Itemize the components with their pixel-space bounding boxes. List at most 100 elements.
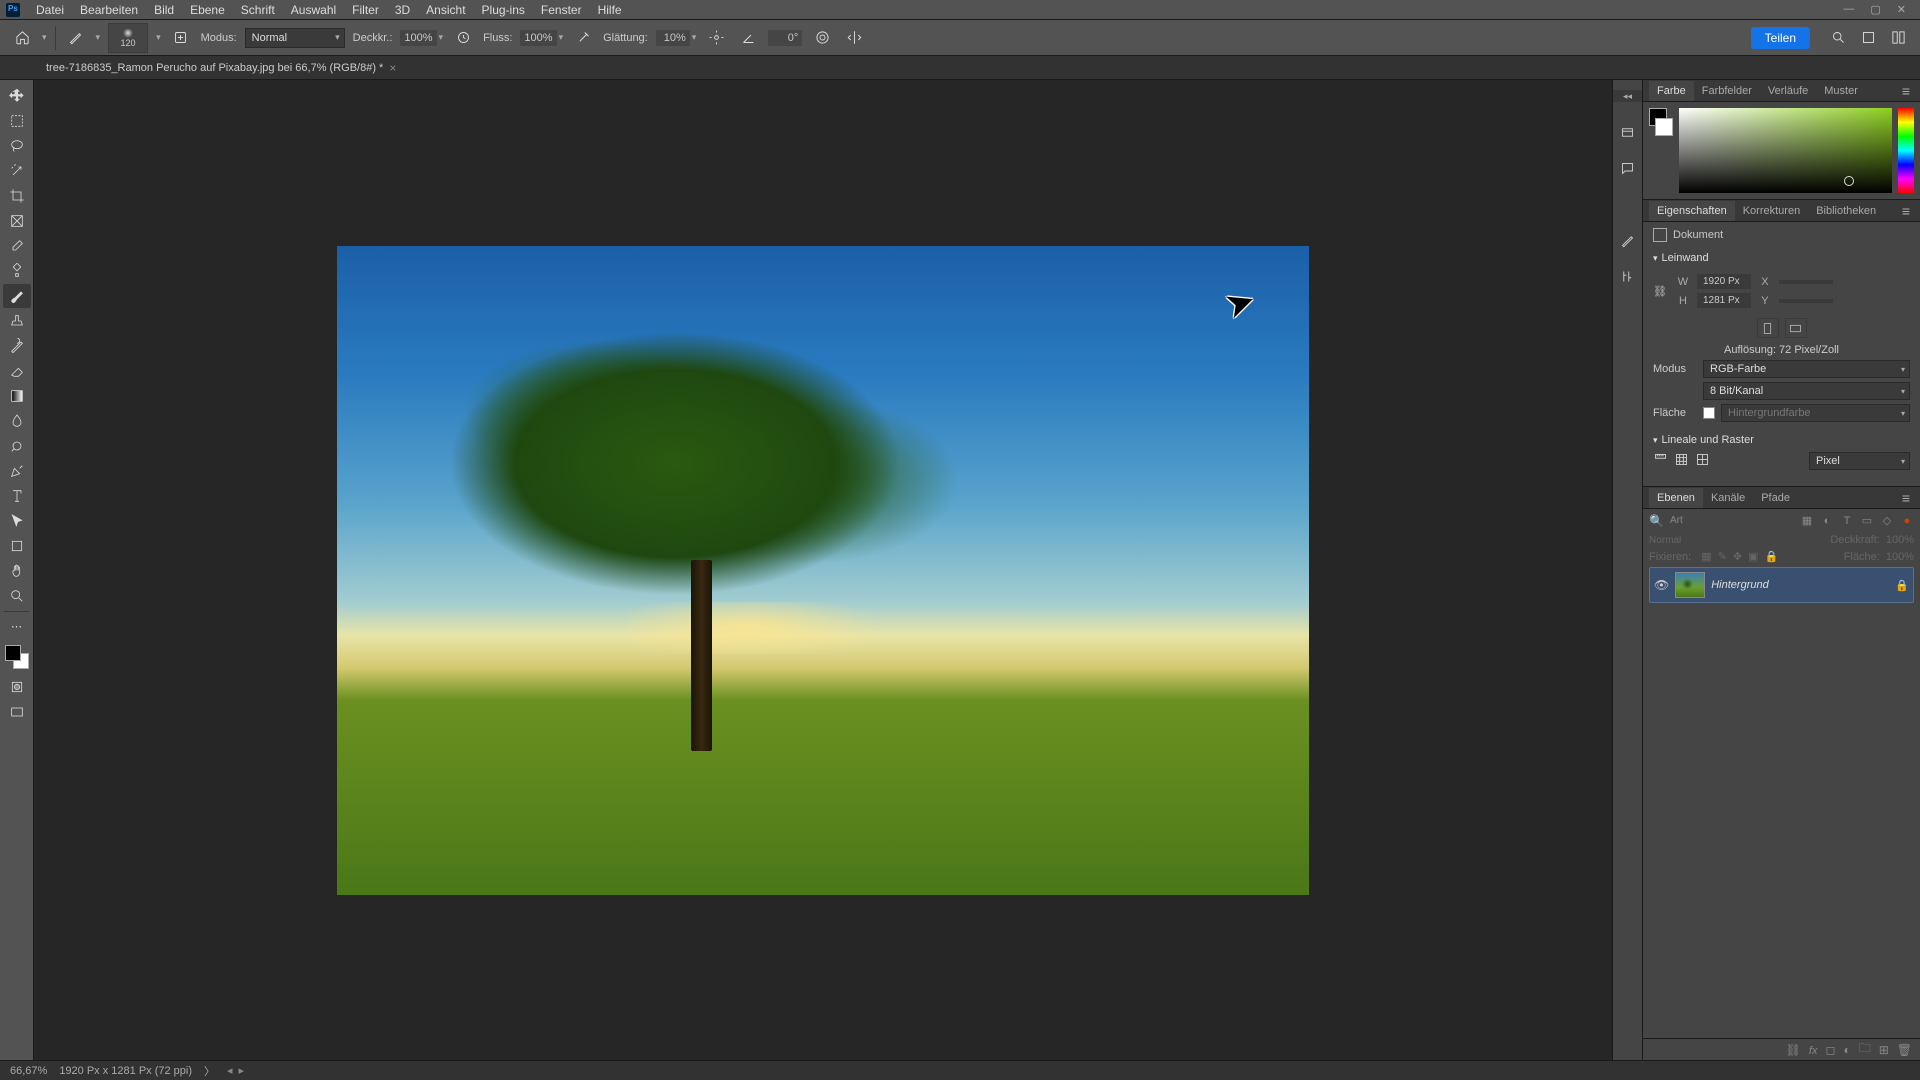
panel-menu-icon[interactable]: ≡ xyxy=(1898,490,1914,506)
layer-name[interactable]: Hintergrund xyxy=(1711,579,1889,591)
comments-panel-icon[interactable] xyxy=(1618,158,1638,178)
layer-opacity-value[interactable]: 100% xyxy=(1886,534,1914,546)
text-tool[interactable] xyxy=(3,484,31,508)
menu-plugins[interactable]: Plug-ins xyxy=(474,3,533,17)
opacity-pressure-icon[interactable] xyxy=(451,26,475,50)
lock-pixels-icon[interactable]: ✎ xyxy=(1718,550,1727,563)
filter-pixel-icon[interactable]: ▦ xyxy=(1800,514,1814,528)
pressure-size-icon[interactable] xyxy=(810,26,834,50)
layer-blend-select[interactable]: Normal xyxy=(1649,535,1824,546)
layer-thumbnail[interactable] xyxy=(1675,572,1705,598)
tab-patterns[interactable]: Muster xyxy=(1816,81,1866,101)
tab-gradients[interactable]: Verläufe xyxy=(1760,81,1816,101)
adjustments-panel-icon[interactable] xyxy=(1618,266,1638,286)
history-brush-tool[interactable] xyxy=(3,334,31,358)
filter-smart-icon[interactable]: ◇ xyxy=(1880,514,1894,528)
airbrush-icon[interactable] xyxy=(571,26,595,50)
color-swatches[interactable] xyxy=(5,645,29,669)
pen-tool[interactable] xyxy=(3,459,31,483)
tool-preset-chevron-icon[interactable]: ▾ xyxy=(96,32,101,43)
fill-opacity-value[interactable]: 100% xyxy=(1886,551,1914,563)
crop-tool[interactable] xyxy=(3,184,31,208)
guides-button[interactable] xyxy=(1695,452,1710,470)
workspace-chevron-icon[interactable]: ▾ xyxy=(42,32,47,43)
brush-chevron-icon[interactable]: ▾ xyxy=(156,32,161,43)
layer-visibility-icon[interactable]: 👁 xyxy=(1654,578,1669,592)
layer-group-icon[interactable]: 🗀 xyxy=(1859,1039,1871,1060)
window-close-icon[interactable]: ✕ xyxy=(1897,3,1906,16)
wand-tool[interactable] xyxy=(3,159,31,183)
window-maximize-icon[interactable]: ▢ xyxy=(1870,3,1880,16)
layer-style-icon[interactable]: fx xyxy=(1809,1043,1818,1057)
layer-filter-input[interactable]: Art xyxy=(1668,513,1796,528)
quickmask-tool[interactable] xyxy=(3,675,31,699)
fill-color-swatch[interactable] xyxy=(1703,407,1715,419)
smoothing-input[interactable]: 10%▾ xyxy=(656,30,697,46)
lock-position-icon[interactable]: ✥ xyxy=(1733,550,1742,563)
lock-all-icon[interactable]: 🔒 xyxy=(1764,550,1778,563)
smoothing-options-icon[interactable] xyxy=(704,26,728,50)
menu-filter[interactable]: Filter xyxy=(344,3,387,17)
workspace-icon[interactable] xyxy=(1886,26,1910,50)
adjustment-layer-icon[interactable]: ◐ xyxy=(1843,1043,1850,1057)
tool-preset-icon[interactable] xyxy=(64,26,88,50)
delete-layer-icon[interactable]: 🗑 xyxy=(1897,1043,1912,1057)
blur-tool[interactable] xyxy=(3,409,31,433)
panel-menu-icon[interactable]: ≡ xyxy=(1898,203,1914,219)
quick-share-icon[interactable] xyxy=(1856,26,1880,50)
lasso-tool[interactable] xyxy=(3,134,31,158)
menu-3d[interactable]: 3D xyxy=(387,3,418,17)
menu-view[interactable]: Ansicht xyxy=(418,3,473,17)
opacity-input[interactable]: 100%▾ xyxy=(400,30,443,46)
grid-button[interactable] xyxy=(1674,452,1689,470)
history-panel-icon[interactable] xyxy=(1618,122,1638,142)
y-input[interactable] xyxy=(1779,299,1833,303)
window-minimize-icon[interactable]: — xyxy=(1843,3,1854,16)
menu-image[interactable]: Bild xyxy=(146,3,182,17)
color-mode-select[interactable]: RGB-Farbe xyxy=(1703,360,1910,378)
frame-tool[interactable] xyxy=(3,209,31,233)
foreground-color[interactable] xyxy=(5,645,21,661)
brush-tool[interactable] xyxy=(3,284,31,308)
document-tab[interactable]: tree-7186835_Ramon Perucho auf Pixabay.j… xyxy=(38,57,404,79)
flow-input[interactable]: 100%▾ xyxy=(520,30,563,46)
menu-layer[interactable]: Ebene xyxy=(182,3,233,17)
stamp-tool[interactable] xyxy=(3,309,31,333)
tab-color[interactable]: Farbe xyxy=(1649,81,1694,101)
tab-swatches[interactable]: Farbfelder xyxy=(1694,81,1760,101)
brushes-panel-icon[interactable] xyxy=(1618,230,1638,250)
canvas-section-toggle[interactable]: Leinwand xyxy=(1653,252,1910,264)
dodge-tool[interactable] xyxy=(3,434,31,458)
layer-lock-icon[interactable]: 🔒 xyxy=(1895,579,1909,592)
link-dimensions-icon[interactable]: ⛓ xyxy=(1653,285,1667,298)
zoom-tool[interactable] xyxy=(3,584,31,608)
bg-swatch[interactable] xyxy=(1655,118,1673,136)
canvas-area[interactable]: ➤ xyxy=(34,80,1612,1060)
tab-channels[interactable]: Kanäle xyxy=(1703,488,1753,508)
tab-layers[interactable]: Ebenen xyxy=(1649,488,1703,508)
tab-libraries[interactable]: Bibliotheken xyxy=(1808,201,1884,221)
menu-edit[interactable]: Bearbeiten xyxy=(72,3,146,17)
status-info-chevron[interactable]: 〉 xyxy=(204,1063,215,1079)
rulers-button[interactable] xyxy=(1653,452,1668,470)
expand-dock-icon[interactable]: ◂◂ xyxy=(1613,90,1642,102)
width-input[interactable]: 1920 Px xyxy=(1697,274,1751,289)
filter-toggle-icon[interactable]: ● xyxy=(1900,514,1914,528)
layer-search-icon[interactable]: 🔍 xyxy=(1649,514,1664,528)
menu-type[interactable]: Schrift xyxy=(233,3,283,17)
filter-text-icon[interactable]: T xyxy=(1840,514,1854,528)
portrait-orientation-button[interactable] xyxy=(1757,318,1779,338)
filter-adjust-icon[interactable]: ◐ xyxy=(1820,514,1834,528)
screenmode-tool[interactable] xyxy=(3,700,31,724)
layer-mask-icon[interactable]: ◻ xyxy=(1825,1043,1835,1057)
search-icon[interactable] xyxy=(1826,26,1850,50)
move-tool[interactable] xyxy=(3,84,31,108)
blend-mode-select[interactable]: Normal xyxy=(245,28,345,48)
share-button[interactable]: Teilen xyxy=(1751,27,1810,49)
status-nav-prev[interactable]: ◂ xyxy=(227,1064,233,1077)
ruler-unit-select[interactable]: Pixel xyxy=(1809,452,1910,470)
status-nav-next[interactable]: ▸ xyxy=(239,1064,245,1077)
status-doc-info[interactable]: 1920 Px x 1281 Px (72 ppi) xyxy=(59,1065,192,1077)
lock-artboard-icon[interactable]: ▣ xyxy=(1748,550,1758,563)
menu-window[interactable]: Fenster xyxy=(533,3,590,17)
